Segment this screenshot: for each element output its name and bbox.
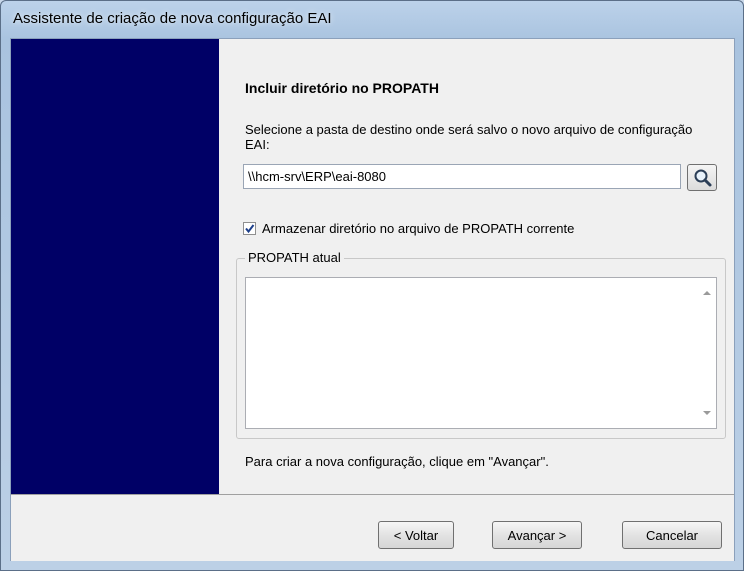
next-button[interactable]: Avançar > [492, 521, 582, 549]
wizard-sidebar-banner [11, 39, 219, 494]
cancel-button[interactable]: Cancelar [622, 521, 722, 549]
wizard-window: Assistente de criação de nova configuraç… [0, 0, 744, 571]
page-description: Selecione a pasta de destino onde será s… [245, 122, 693, 152]
browse-folder-button[interactable] [687, 164, 717, 191]
back-button[interactable]: < Voltar [378, 521, 454, 549]
magnifier-icon [694, 169, 712, 187]
store-propath-label: Armazenar diretório no arquivo de PROPAT… [262, 221, 575, 236]
instruction-text: Para criar a nova configuração, clique e… [245, 454, 549, 469]
propath-scrollbar[interactable] [699, 278, 716, 428]
scroll-down-arrow-icon[interactable] [703, 411, 711, 415]
scroll-up-arrow-icon[interactable] [703, 291, 711, 295]
dialog-client-area: Incluir diretório no PROPATH Selecione a… [10, 38, 735, 561]
store-propath-checkbox[interactable] [243, 222, 256, 235]
current-propath-textarea[interactable] [245, 277, 717, 429]
page-heading: Incluir diretório no PROPATH [245, 80, 439, 96]
wizard-content-panel: Incluir diretório no PROPATH Selecione a… [219, 39, 734, 494]
window-title: Assistente de criação de nova configuraç… [13, 10, 332, 27]
destination-path-input[interactable] [243, 164, 681, 189]
title-bar[interactable]: Assistente de criação de nova configuraç… [1, 1, 743, 39]
wizard-button-bar: < Voltar Avançar > Cancelar [11, 494, 734, 561]
current-propath-group: PROPATH atual [236, 250, 726, 439]
current-propath-label: PROPATH atual [245, 250, 344, 265]
checkmark-icon [245, 224, 255, 234]
